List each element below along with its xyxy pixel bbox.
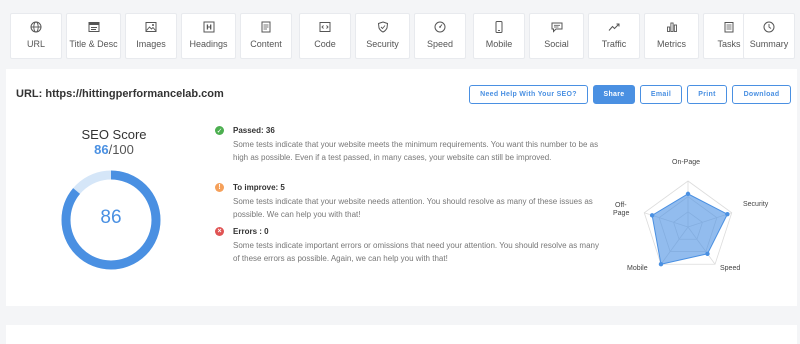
seo-score-title: SEO Score bbox=[81, 127, 147, 142]
tab-headings[interactable]: H Headings bbox=[181, 13, 236, 59]
passed-result: ✓ Passed: 36 Some tests indicate that yo… bbox=[215, 126, 600, 164]
section-nav: URL Title & Desc Images H Headings Conte… bbox=[10, 13, 795, 59]
clipboard-icon bbox=[724, 22, 734, 33]
tab-label: Images bbox=[136, 39, 166, 49]
tab-label: Content bbox=[250, 39, 282, 49]
speedometer-icon bbox=[434, 21, 446, 33]
tab-content[interactable]: Content bbox=[240, 13, 292, 59]
window-icon bbox=[88, 22, 99, 32]
tab-traffic[interactable]: Traffic bbox=[588, 13, 640, 59]
clock-icon bbox=[763, 21, 775, 33]
tab-label: Speed bbox=[426, 39, 454, 49]
seo-score-value: 86/100 bbox=[63, 142, 165, 157]
next-section-card bbox=[6, 325, 797, 344]
radar-label-off-page-2: Page bbox=[613, 210, 630, 217]
radar-label-security: Security bbox=[743, 201, 769, 208]
radar-label-speed: Speed bbox=[720, 265, 741, 272]
errors-label: Errors : 0 bbox=[233, 227, 269, 236]
url-prefix: URL: bbox=[16, 88, 43, 100]
improve-label: To improve: 5 bbox=[233, 183, 285, 192]
radar-point-on-page bbox=[685, 191, 691, 197]
heading-icon: H bbox=[203, 21, 214, 33]
tab-social[interactable]: Social bbox=[529, 13, 584, 59]
tab-code[interactable]: Code bbox=[299, 13, 351, 59]
tab-url[interactable]: URL bbox=[10, 13, 62, 59]
email-button[interactable]: Email bbox=[640, 85, 682, 104]
tab-speed[interactable]: Speed bbox=[414, 13, 466, 59]
radar-point-off-page bbox=[649, 213, 655, 218]
share-button[interactable]: Share bbox=[593, 85, 635, 104]
radar-point-security bbox=[725, 212, 730, 217]
trend-icon bbox=[608, 23, 620, 31]
tab-label: Metrics bbox=[657, 39, 686, 49]
radar-point-speed bbox=[705, 251, 710, 256]
tab-label: Code bbox=[314, 39, 336, 49]
print-button[interactable]: Print bbox=[687, 85, 727, 104]
errors-description: Some tests indicate important errors or … bbox=[233, 241, 599, 263]
seo-radar-chart: On-Page Security Speed Mobile Off- Page bbox=[608, 155, 778, 285]
errors-result: × Errors : 0 Some tests indicate importa… bbox=[215, 227, 600, 265]
tab-summary[interactable]: Summary bbox=[743, 13, 795, 59]
seo-score-number: 86 bbox=[94, 142, 109, 157]
passed-label: Passed: 36 bbox=[233, 126, 275, 135]
image-icon bbox=[145, 22, 157, 32]
passed-description: Some tests indicate that your website me… bbox=[233, 140, 599, 162]
warning-icon: ! bbox=[215, 183, 224, 192]
radar-point-mobile bbox=[658, 262, 664, 267]
tab-title-desc[interactable]: Title & Desc bbox=[66, 13, 121, 59]
report-url-title: URL: https://hittingperformancelab.com bbox=[16, 88, 224, 100]
radar-label-on-page: On-Page bbox=[672, 159, 701, 166]
seo-score-max: /100 bbox=[108, 142, 134, 157]
radar-area bbox=[651, 193, 729, 265]
globe-icon bbox=[30, 21, 42, 33]
report-url: https://hittingperformancelab.com bbox=[45, 88, 224, 100]
tab-label: Social bbox=[544, 39, 569, 49]
improve-result: ! To improve: 5 Some tests indicate that… bbox=[215, 183, 600, 221]
check-icon: ✓ bbox=[215, 126, 224, 135]
tab-label: Traffic bbox=[601, 39, 627, 49]
tab-images[interactable]: Images bbox=[125, 13, 177, 59]
need-help-button[interactable]: Need Help With Your SEO? bbox=[469, 85, 588, 104]
chat-icon bbox=[551, 22, 562, 33]
radar-label-mobile: Mobile bbox=[627, 265, 648, 272]
tab-label: Summary bbox=[749, 39, 789, 49]
tab-label: URL bbox=[26, 39, 45, 49]
tab-label: Tasks bbox=[717, 39, 741, 49]
tab-label: Security bbox=[366, 39, 399, 49]
tab-label: Title & Desc bbox=[69, 39, 118, 49]
mobile-icon bbox=[495, 21, 503, 33]
tab-mobile[interactable]: Mobile bbox=[473, 13, 525, 59]
document-icon bbox=[261, 21, 271, 33]
radar-label-off-page-1: Off- bbox=[615, 202, 627, 209]
tab-label: Mobile bbox=[485, 39, 513, 49]
tab-security[interactable]: Security bbox=[355, 13, 410, 59]
shield-icon bbox=[377, 21, 388, 33]
improve-description: Some tests indicate that your website ne… bbox=[233, 197, 593, 219]
tab-label: Headings bbox=[189, 39, 228, 49]
donut-center-score: 86 bbox=[100, 207, 122, 228]
error-icon: × bbox=[215, 227, 224, 236]
bar-chart-icon bbox=[666, 22, 677, 32]
svg-text:H: H bbox=[206, 24, 212, 32]
download-button[interactable]: Download bbox=[732, 85, 791, 104]
tab-metrics[interactable]: Metrics bbox=[644, 13, 699, 59]
code-icon bbox=[319, 22, 331, 32]
